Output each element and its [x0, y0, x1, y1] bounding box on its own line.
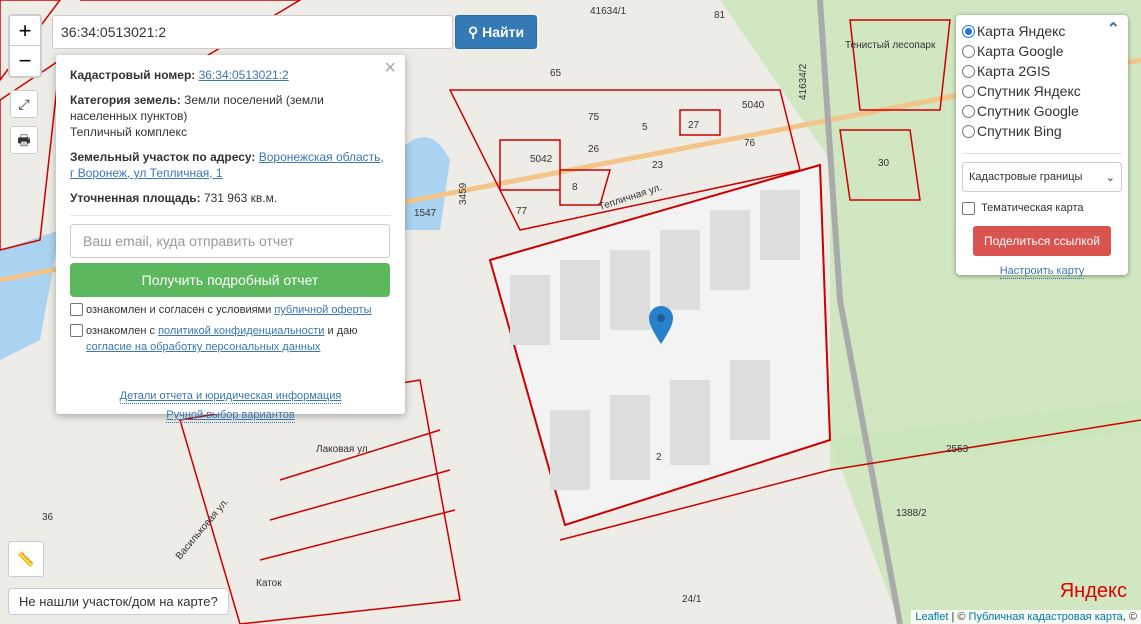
- zoom-out-button[interactable]: −: [10, 46, 40, 76]
- expand-icon: ⤢: [18, 96, 30, 112]
- thematic-label: Тематическая карта: [981, 202, 1084, 214]
- overlay-select[interactable]: Кадастровые границы ⌄: [962, 162, 1122, 192]
- offer-link[interactable]: публичной оферты: [274, 304, 371, 316]
- map-label: 65: [550, 68, 562, 79]
- close-icon[interactable]: ×: [384, 58, 396, 78]
- parcel-popup: × Кадастровый номер: 36:34:0513021:2 Кат…: [56, 55, 405, 423]
- offer-checkbox[interactable]: [70, 303, 83, 316]
- layer-option[interactable]: Карта Яндекс: [962, 21, 1122, 41]
- map-label: 8: [572, 182, 578, 193]
- radio[interactable]: [962, 84, 975, 98]
- find-button[interactable]: ⚲ Найти: [455, 15, 537, 49]
- map-label: 2: [656, 452, 662, 463]
- map-label: 5042: [530, 154, 553, 165]
- map-label: 23: [652, 160, 664, 171]
- area-value: 731 963 кв.м.: [203, 191, 278, 205]
- map-label: 41634/1: [590, 6, 627, 17]
- radio[interactable]: [962, 104, 975, 118]
- map-label: 30: [878, 158, 890, 169]
- attribution: Leaflet | © Публичная кадастровая карта,…: [911, 610, 1141, 624]
- ruler-icon: 📏: [17, 551, 35, 567]
- layer-option[interactable]: Карта 2GIS: [962, 61, 1122, 81]
- cad-number-link[interactable]: 36:34:0513021:2: [199, 68, 289, 82]
- yandex-logo: Яндекс: [1059, 580, 1127, 602]
- map-label: Тенистый лесопарк: [845, 40, 936, 51]
- print-button[interactable]: 🖶: [10, 126, 38, 154]
- layer-option[interactable]: Спутник Bing: [962, 121, 1122, 141]
- layer-option[interactable]: Спутник Яндекс: [962, 81, 1122, 101]
- layer-option[interactable]: Карта Google: [962, 41, 1122, 61]
- email-input[interactable]: Ваш email, куда отправить отчет: [70, 224, 390, 258]
- map-label: 5: [642, 122, 648, 133]
- personal-data-link[interactable]: согласие на обработку персональных данны…: [86, 341, 320, 353]
- radio[interactable]: [962, 64, 975, 78]
- get-report-button[interactable]: Получить подробный отчет: [70, 263, 390, 297]
- layer-option[interactable]: Спутник Google: [962, 101, 1122, 121]
- zoom-in-button[interactable]: +: [10, 16, 40, 46]
- map-label: 77: [516, 206, 528, 217]
- privacy-consent-text: ознакомлен с политикой конфиденциальност…: [86, 325, 358, 353]
- radio[interactable]: [962, 44, 975, 58]
- search-input[interactable]: [52, 15, 453, 49]
- usage-value: Тепличный комплекс: [70, 125, 187, 139]
- area-label: Уточненная площадь:: [70, 191, 201, 205]
- map-label: 5040: [742, 100, 765, 111]
- thematic-checkbox[interactable]: [962, 202, 975, 215]
- map-label: 26: [588, 144, 600, 155]
- offer-consent-text: ознакомлен и согласен с условиями публич…: [86, 304, 372, 316]
- measure-button[interactable]: 📏: [8, 541, 44, 577]
- zoom-control: + −: [8, 14, 42, 78]
- chevron-up-icon[interactable]: ⌃: [1107, 19, 1120, 39]
- map-label: 1388/2: [896, 508, 927, 519]
- map-label: 75: [588, 112, 600, 123]
- radio[interactable]: [962, 124, 975, 138]
- configure-map-link[interactable]: Настроить карту: [999, 264, 1085, 279]
- map-label: 1547: [414, 208, 437, 219]
- divider: [70, 215, 391, 216]
- leaflet-link[interactable]: Leaflet: [915, 611, 948, 623]
- share-link-button[interactable]: Поделиться ссылкой: [973, 226, 1111, 256]
- manual-select-link[interactable]: Ручной выбор вариантов: [166, 408, 295, 423]
- fullscreen-button[interactable]: ⤢: [10, 90, 38, 118]
- map-label: 76: [744, 138, 756, 149]
- category-label: Категория земель:: [70, 93, 181, 107]
- chevron-down-icon: ⌄: [1105, 171, 1115, 184]
- map-label: 24/1: [682, 594, 702, 605]
- layer-switcher: ⌃ Карта Яндекс Карта Google Карта 2GIS С…: [956, 15, 1128, 279]
- pkk-link[interactable]: Публичная кадастровая карта: [969, 611, 1123, 623]
- map-label: 41634/2: [798, 63, 809, 100]
- find-label: Найти: [482, 24, 525, 40]
- map-label: 3459: [458, 182, 469, 205]
- privacy-link[interactable]: политикой конфиденциальности: [158, 325, 324, 337]
- map-label: Лаковая ул.: [316, 444, 371, 455]
- search-icon: ⚲: [467, 24, 483, 40]
- cad-label: Кадастровый номер:: [70, 68, 196, 82]
- privacy-checkbox[interactable]: [70, 324, 83, 337]
- details-link[interactable]: Детали отчета и юридическая информация: [119, 389, 342, 404]
- address-label: Земельный участок по адресу:: [70, 150, 256, 164]
- not-found-button[interactable]: Не нашли участок/дом на карте?: [8, 588, 229, 615]
- radio-selected[interactable]: [962, 24, 975, 38]
- map-label: 36: [42, 512, 54, 523]
- print-icon: 🖶: [17, 132, 31, 148]
- map-label: Каток: [256, 578, 282, 589]
- map-label: 2553: [946, 444, 969, 455]
- map-label: 81: [714, 10, 726, 21]
- map-label: 27: [688, 120, 700, 131]
